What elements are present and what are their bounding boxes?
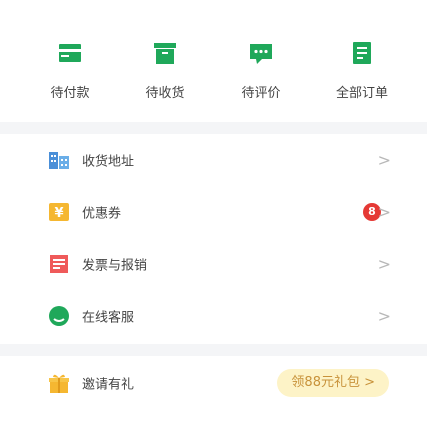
order-all-label: 全部订单 — [335, 86, 388, 101]
menu-item-invoice-label: 发票与报销 — [82, 258, 148, 274]
service-menu: 收货地址 > ¥ 优惠券 8 > 发票与报销 > 在线客服 > — [0, 134, 427, 342]
menu-item-invite-label: 邀请有礼 — [82, 377, 135, 393]
invoice-icon — [50, 255, 68, 273]
comment-bubble-icon — [250, 44, 272, 64]
order-pending-review-label: 待评价 — [241, 86, 281, 101]
order-list-icon — [353, 42, 371, 64]
section-divider — [0, 344, 427, 356]
address-building-icon — [49, 152, 69, 169]
svg-text:¥: ¥ — [54, 206, 63, 221]
order-all[interactable]: 全部订单 — [322, 40, 402, 101]
chevron-right-icon: > — [377, 306, 391, 326]
gift-icon — [49, 374, 69, 393]
menu-item-coupon[interactable]: ¥ 优惠券 8 > — [0, 186, 427, 238]
menu-item-address-label: 收货地址 — [82, 154, 135, 170]
menu-item-customer-service[interactable]: 在线客服 > — [0, 290, 427, 342]
menu-item-invoice[interactable]: 发票与报销 > — [0, 238, 427, 290]
customer-service-chat-icon — [49, 306, 69, 326]
order-pending-payment[interactable]: 待付款 — [30, 40, 110, 101]
wallet-icon — [59, 44, 81, 62]
menu-item-customer-service-label: 在线客服 — [82, 310, 135, 326]
order-pending-payment-label: 待付款 — [50, 86, 90, 101]
coupon-yen-icon: ¥ — [49, 203, 69, 221]
chevron-right-icon: > — [377, 150, 391, 170]
gift-pack-button[interactable]: 领88元礼包 > — [277, 369, 389, 397]
chevron-right-icon: > — [377, 202, 391, 222]
menu-item-invite[interactable]: 邀请有礼 领88元礼包 > — [0, 356, 427, 410]
menu-item-address[interactable]: 收货地址 > — [0, 134, 427, 186]
order-pending-review[interactable]: 待评价 — [221, 40, 301, 101]
menu-item-coupon-label: 优惠券 — [82, 206, 122, 222]
section-divider — [0, 122, 427, 134]
order-pending-receipt-label: 待收货 — [145, 86, 185, 101]
chevron-right-icon: > — [377, 254, 391, 274]
package-box-icon — [154, 43, 176, 64]
order-pending-receipt[interactable]: 待收货 — [125, 40, 205, 101]
order-status-bar: 待付款 待收货 待评价 全部订单 — [0, 0, 427, 122]
